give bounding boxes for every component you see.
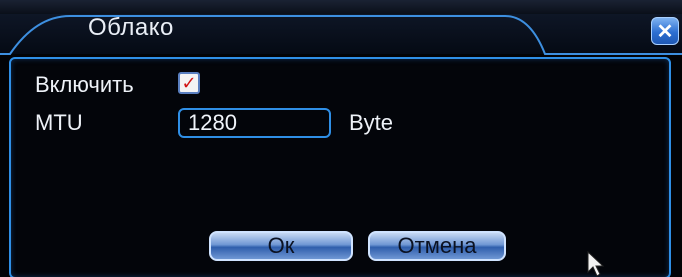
mtu-input[interactable]	[178, 108, 331, 138]
checkmark-icon: ✓	[181, 73, 197, 93]
mtu-unit-label: Byte	[349, 110, 394, 135]
dialog-title: Облако	[88, 14, 174, 41]
cancel-button[interactable]: Отмена	[368, 231, 506, 261]
mtu-label: MTU	[35, 110, 83, 135]
ok-button[interactable]: Ок	[209, 231, 353, 261]
enable-checkbox[interactable]: ✓	[178, 72, 200, 94]
close-icon: ✕	[656, 20, 674, 43]
cloud-settings-screen: Облако ✕ Включить ✓ MTU Byte Ок Отмена	[0, 0, 682, 277]
enable-label: Включить	[35, 72, 134, 97]
close-button[interactable]: ✕	[651, 17, 679, 45]
mouse-cursor-icon	[587, 251, 605, 277]
